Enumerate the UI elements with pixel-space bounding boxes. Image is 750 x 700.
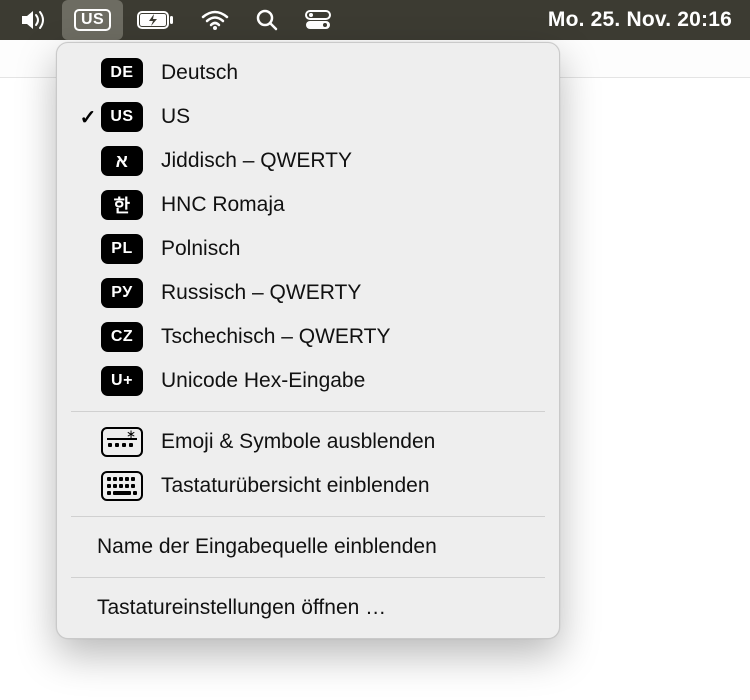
input-source-label: Tschechisch – QWERTY <box>161 325 391 349</box>
input-source-label: US <box>161 105 190 129</box>
input-source-badge: DE <box>101 58 143 88</box>
spotlight-menu[interactable] <box>243 0 291 40</box>
input-source-badge: CZ <box>101 322 143 352</box>
checkmark-icon: ✓ <box>75 105 101 130</box>
keyboard-viewer-toggle[interactable]: Tastaturübersicht einblenden <box>57 464 559 508</box>
emoji-symbols-toggle[interactable]: Emoji & Symbole ausblenden <box>57 420 559 464</box>
input-source-item[interactable]: א Jiddisch – QWERTY <box>57 139 559 183</box>
input-source-dropdown: DEDeutsch✓USUSאJiddisch – QWERTY한HNC Rom… <box>56 42 560 639</box>
control-center-icon <box>305 10 331 30</box>
wifi-icon <box>201 9 229 31</box>
menu-item-label: Tastatureinstellungen öffnen … <box>97 596 386 620</box>
input-source-item[interactable]: 한 HNC Romaja <box>57 183 559 227</box>
menu-separator <box>71 411 545 412</box>
volume-menu[interactable] <box>8 0 60 40</box>
input-source-item[interactable]: PL Polnisch <box>57 227 559 271</box>
input-source-label: Polnisch <box>161 237 240 261</box>
battery-menu[interactable] <box>125 0 187 40</box>
input-source-label: Deutsch <box>161 61 238 85</box>
input-source-label: HNC Romaja <box>161 193 285 217</box>
menubar-clock[interactable]: Mo. 25. Nov. 20:16 <box>548 8 742 32</box>
input-source-badge: US <box>74 9 111 31</box>
menu-item-label: Emoji & Symbole ausblenden <box>161 430 435 454</box>
search-icon <box>255 8 279 32</box>
wifi-menu[interactable] <box>189 0 241 40</box>
input-source-label: Jiddisch – QWERTY <box>161 149 352 173</box>
input-source-label: Russisch – QWERTY <box>161 281 361 305</box>
input-source-item[interactable]: РУ Russisch – QWERTY <box>57 271 559 315</box>
input-source-badge: א <box>101 146 143 176</box>
input-source-menu[interactable]: US <box>62 0 123 40</box>
input-source-badge: U+ <box>101 366 143 396</box>
input-source-badge: PL <box>101 234 143 264</box>
emoji-panel-icon <box>101 427 143 457</box>
menu-item-label: Name der Eingabequelle einblenden <box>97 535 437 559</box>
input-source-item[interactable]: CZ Tschechisch – QWERTY <box>57 315 559 359</box>
volume-icon <box>20 9 48 31</box>
input-source-badge: РУ <box>101 278 143 308</box>
input-source-item[interactable]: ✓USUS <box>57 95 559 139</box>
keyboard-icon <box>101 471 143 501</box>
input-source-label: Unicode Hex-Eingabe <box>161 369 365 393</box>
menu-item-label: Tastaturübersicht einblenden <box>161 474 430 498</box>
input-source-item[interactable]: DE Deutsch <box>57 51 559 95</box>
input-source-badge: US <box>101 102 143 132</box>
menu-separator <box>71 516 545 517</box>
open-keyboard-settings[interactable]: Tastatureinstellungen öffnen … <box>57 586 559 630</box>
show-input-source-name[interactable]: Name der Eingabequelle einblenden <box>57 525 559 569</box>
battery-charging-icon <box>137 10 175 30</box>
input-source-badge: 한 <box>101 190 143 220</box>
menu-separator <box>71 577 545 578</box>
input-source-item[interactable]: U+ Unicode Hex-Eingabe <box>57 359 559 403</box>
control-center-menu[interactable] <box>293 0 343 40</box>
menubar: US Mo. 25. Nov. 20:16 <box>0 0 750 40</box>
